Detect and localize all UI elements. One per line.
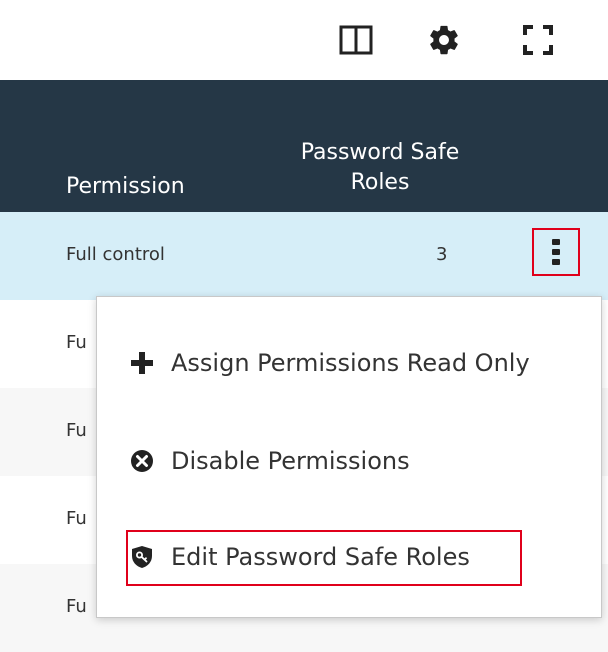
menu-item-assign-permissions-read-only[interactable]: Assign Permissions Read Only — [127, 341, 530, 385]
gear-icon[interactable] — [426, 22, 462, 58]
menu-item-disable-permissions[interactable]: Disable Permissions — [127, 439, 410, 483]
x-circle-icon — [127, 446, 157, 476]
permission-cell: Fu — [66, 508, 87, 529]
plus-icon — [127, 348, 157, 378]
permission-cell: Fu — [66, 420, 87, 441]
toolbar — [0, 0, 608, 80]
menu-item-edit-password-safe-roles[interactable]: Edit Password Safe Roles — [127, 535, 470, 579]
menu-item-label: Disable Permissions — [171, 447, 410, 475]
menu-item-label: Assign Permissions Read Only — [171, 349, 530, 377]
kebab-icon — [552, 239, 560, 265]
permission-cell: Fu — [66, 596, 87, 617]
columns-icon[interactable] — [338, 22, 374, 58]
menu-item-label: Edit Password Safe Roles — [171, 543, 470, 571]
shield-key-icon — [127, 542, 157, 572]
table-header: Permission Password Safe Roles — [0, 80, 608, 212]
row-actions-button[interactable] — [532, 228, 580, 276]
permission-cell: Fu — [66, 332, 87, 353]
fullscreen-icon[interactable] — [520, 22, 556, 58]
roles-count-cell: 3 — [436, 244, 448, 265]
column-header-permission[interactable]: Permission — [66, 172, 185, 202]
column-header-password-safe-roles[interactable]: Password Safe Roles — [300, 138, 460, 198]
row-actions-menu: Assign Permissions Read Only Disable Per… — [96, 296, 602, 618]
permission-cell: Full control — [66, 244, 165, 265]
table-row[interactable]: Full control 3 — [0, 212, 608, 300]
